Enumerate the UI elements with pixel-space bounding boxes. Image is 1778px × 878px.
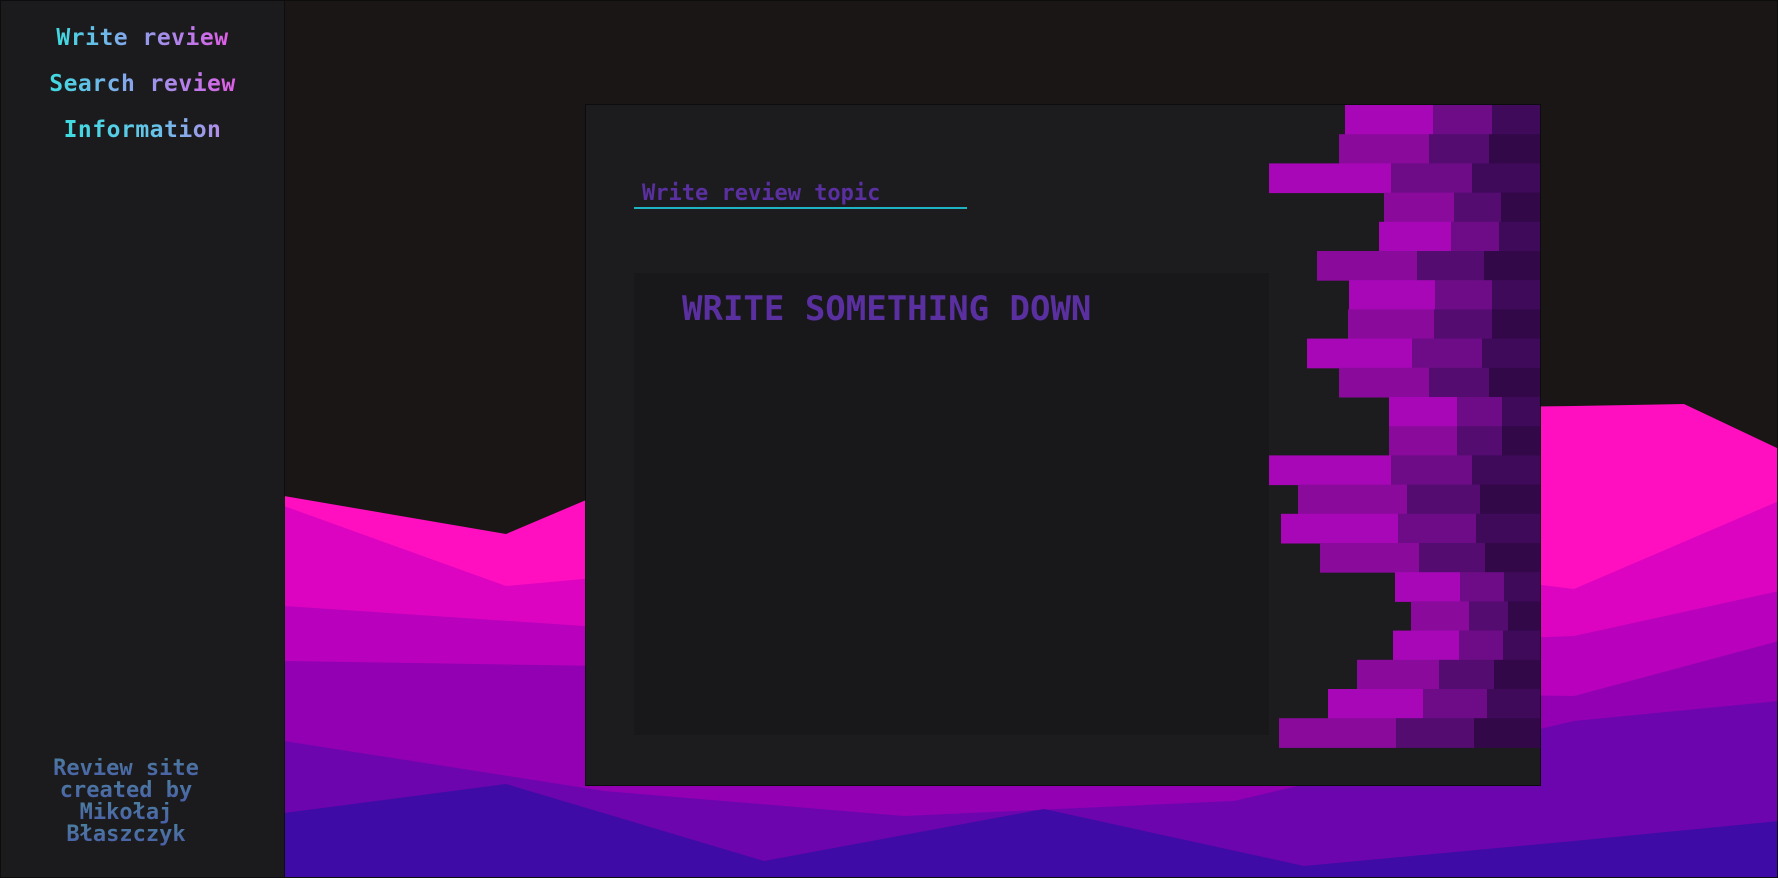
credits-line: Błaszczyk — [1, 824, 251, 846]
pixel-block — [1501, 192, 1540, 223]
pixel-block — [1307, 338, 1412, 369]
pixel-block — [1460, 572, 1504, 602]
pixel-block — [1391, 455, 1472, 486]
pixel-block — [1398, 513, 1476, 544]
credits: Review site created by Mikołaj Błaszczyk — [1, 758, 251, 846]
pixel-block — [1389, 397, 1457, 427]
pixel-block — [1454, 192, 1501, 223]
pixel-block — [1320, 543, 1419, 573]
pixel-block — [1429, 367, 1489, 398]
pixel-block — [1349, 280, 1435, 310]
pixel-block — [1407, 484, 1480, 515]
pixel-block — [1339, 367, 1429, 398]
pixel-block — [1384, 192, 1454, 223]
pixel-block — [1423, 689, 1487, 719]
pixel-block — [1487, 689, 1540, 719]
pixel-block — [1502, 397, 1540, 427]
pixel-block — [1504, 572, 1540, 602]
pixel-block — [1480, 484, 1540, 515]
pixel-block — [1489, 367, 1540, 398]
pixel-block — [1434, 309, 1492, 340]
review-editor-card — [585, 104, 1541, 786]
pixel-block — [1419, 543, 1485, 573]
pixel-block — [1348, 309, 1434, 340]
nav-search-review[interactable]: Search review — [1, 71, 284, 97]
nav-information-label: Information — [63, 117, 222, 143]
pixel-block — [1389, 426, 1457, 456]
pixel-block — [1269, 455, 1391, 486]
nav-write-review[interactable]: Write review — [1, 25, 284, 51]
pixel-block — [1417, 251, 1484, 281]
pixel-block — [1492, 105, 1540, 135]
pixel-block — [1485, 543, 1540, 573]
credits-line: created by — [1, 780, 251, 802]
pixel-block — [1484, 251, 1540, 281]
pixel-block — [1339, 134, 1429, 164]
pixel-block — [1391, 163, 1472, 194]
pixel-block — [1412, 338, 1482, 369]
pixel-block — [1357, 659, 1439, 690]
pixel-block — [1396, 718, 1474, 748]
credits-line: Mikołaj — [1, 802, 251, 824]
pixel-block — [1494, 659, 1540, 690]
pixel-block — [1433, 105, 1492, 135]
pixel-block — [1269, 163, 1391, 194]
app-frame: Write review Search review Information R… — [0, 0, 1778, 878]
pixel-block — [1457, 426, 1502, 456]
pixel-block — [1298, 484, 1407, 515]
pixel-block — [1492, 280, 1540, 310]
pixel-block — [1439, 659, 1494, 690]
pixel-block — [1474, 718, 1540, 748]
pixel-block — [1345, 105, 1433, 135]
nav-write-review-label: Write review — [56, 25, 229, 51]
pixel-block — [1457, 397, 1502, 427]
pixel-block — [1435, 280, 1492, 310]
pixel-block — [1281, 513, 1398, 544]
nav-information[interactable]: Information — [1, 117, 284, 143]
pixel-block — [1489, 134, 1540, 164]
pixel-block — [1503, 630, 1540, 661]
pixel-block — [1476, 513, 1540, 544]
pixel-block — [1469, 601, 1508, 632]
credits-line: Review site — [1, 758, 251, 780]
pixel-block — [1502, 426, 1540, 456]
pixel-block — [1279, 718, 1396, 748]
nav-search-review-label: Search review — [49, 71, 236, 97]
review-topic-input[interactable] — [634, 179, 967, 209]
pixel-block — [1317, 251, 1417, 281]
pixel-block — [1472, 455, 1540, 486]
review-body-textarea[interactable] — [634, 273, 1269, 735]
pixel-block — [1459, 630, 1503, 661]
pixel-block — [1411, 601, 1469, 632]
pixel-block — [1379, 221, 1451, 252]
pixel-block — [1492, 309, 1540, 340]
pixel-block — [1451, 221, 1499, 252]
pixel-block — [1429, 134, 1489, 164]
pixel-art-decoration — [1269, 105, 1540, 748]
pixel-block — [1395, 572, 1460, 602]
pixel-block — [1499, 221, 1540, 252]
pixel-block — [1472, 163, 1540, 194]
pixel-block — [1482, 338, 1540, 369]
pixel-block — [1393, 630, 1459, 661]
sidebar: Write review Search review Information R… — [1, 1, 285, 877]
pixel-block — [1508, 601, 1540, 632]
pixel-block — [1328, 689, 1423, 719]
